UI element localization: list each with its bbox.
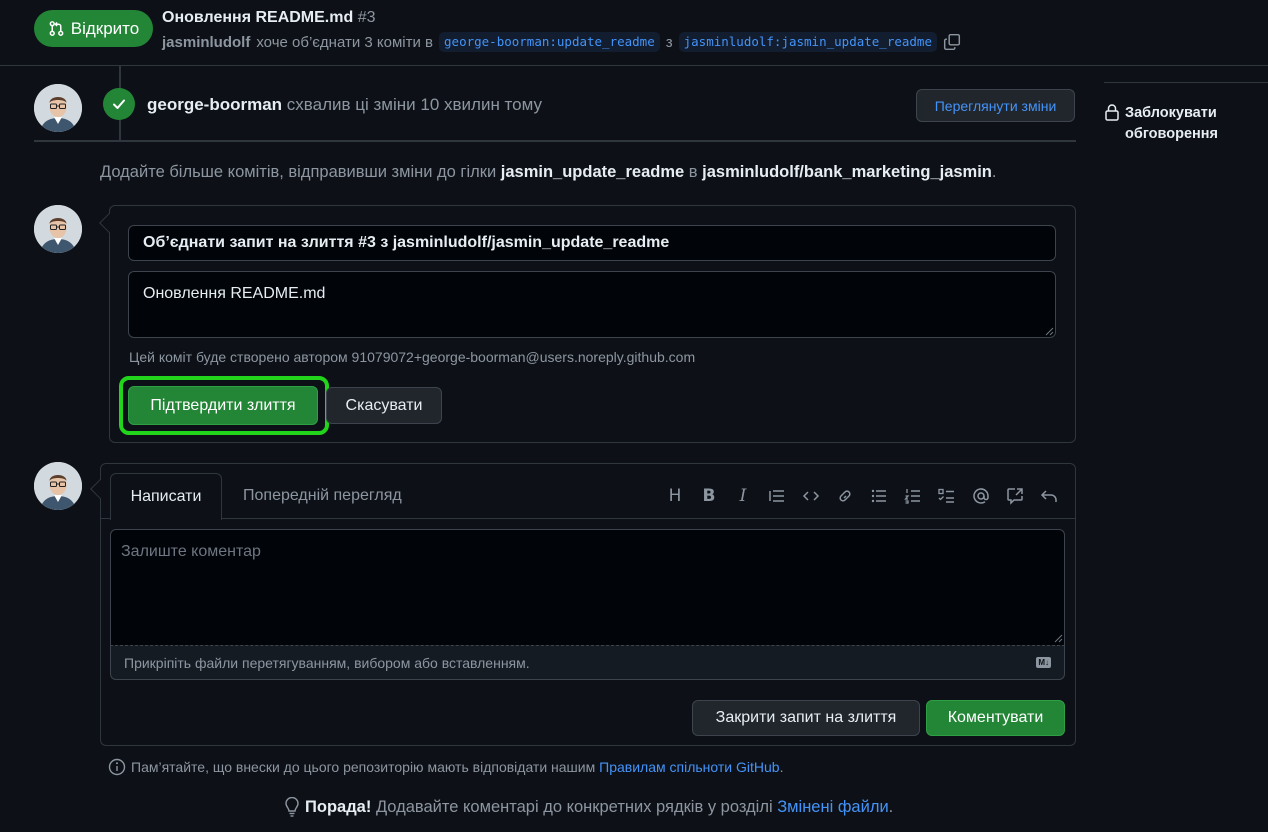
markdown-icon[interactable]: M↓ [1036, 657, 1051, 668]
italic-icon[interactable]: I [726, 482, 760, 510]
base-branch[interactable]: george-boorman:update_readme [439, 32, 660, 52]
user-avatar-icon [34, 84, 82, 132]
mention-icon[interactable] [964, 482, 998, 510]
reply-icon[interactable] [1032, 482, 1066, 510]
attach-hint: Прикріпіть файли перетягуванням, вибором… [124, 654, 530, 671]
avatar[interactable] [34, 84, 82, 132]
add-commits-in: в [688, 163, 698, 181]
copy-icon[interactable] [943, 33, 961, 51]
add-commits-hint: Додайте більше комітів, відправивши змін… [100, 163, 996, 182]
resize-handle-icon[interactable] [1053, 633, 1063, 643]
merge-text: хоче об’єднати 3 коміти в [256, 33, 434, 51]
confirm-merge-button[interactable]: Підтвердити злиття [128, 386, 318, 425]
protip-suffix: . [888, 797, 894, 816]
commit-title-input[interactable]: Об’єднати запит на злиття #3 з jasminlud… [128, 225, 1056, 261]
commit-author-note: Цей коміт буде створено автором 91079072… [129, 349, 696, 365]
pr-state-label: Відкрито [70, 18, 140, 38]
approved-check-badge [103, 88, 135, 120]
markdown-toolbar: H B I [658, 482, 1066, 510]
info-icon [108, 758, 126, 776]
merge-box-pointer [99, 213, 119, 233]
pr-title: Оновлення README.md #3 [162, 9, 376, 27]
lock-label-line1: Заблокувати [1125, 105, 1217, 121]
bold-icon[interactable]: B [692, 482, 726, 510]
attach-files-bar[interactable]: Прикріпіть файли перетягуванням, вибором… [110, 645, 1065, 680]
sidebar-divider [1104, 82, 1268, 83]
community-guidelines-link[interactable]: Правилам спільноти GitHub [599, 759, 779, 775]
files-changed-link[interactable]: Змінені файли [777, 798, 888, 816]
guidelines-prefix: Пам’ятайте, що внески до цього репозитор… [131, 759, 596, 775]
add-commits-branch: jasmin_update_readme [500, 163, 685, 181]
pr-number: #3 [357, 9, 376, 26]
community-guidelines-note: Пам’ятайте, що внески до цього репозитор… [108, 758, 783, 776]
tab-write[interactable]: Написати [110, 473, 222, 520]
add-commits-repo: jasminludolf/bank_marketing_jasmin [702, 163, 992, 181]
comment-textarea[interactable]: Залиште коментар [110, 529, 1065, 645]
add-commits-suffix: . [991, 163, 997, 181]
view-changes-button[interactable]: Переглянути зміни [916, 89, 1075, 122]
link-icon[interactable] [828, 482, 862, 510]
lock-label-line2: обговорення [1125, 126, 1218, 142]
avatar[interactable] [34, 205, 82, 253]
cross-reference-icon[interactable] [998, 482, 1032, 510]
head-branch[interactable]: jasminludolf:jasmin_update_readme [678, 32, 937, 52]
lock-icon [1105, 104, 1119, 121]
comment-button[interactable]: Коментувати [926, 700, 1065, 736]
header-divider [0, 65, 1268, 66]
pr-subtitle: jasminludolf хоче об’єднати 3 коміти в g… [162, 32, 961, 52]
pr-state-badge: Відкрито [34, 10, 153, 47]
user-avatar-icon [34, 462, 82, 510]
pr-title-text: Оновлення README.md [162, 9, 354, 26]
cancel-merge-button[interactable]: Скасувати [326, 387, 442, 424]
heading-icon[interactable]: H [658, 482, 692, 510]
ordered-list-icon[interactable] [896, 482, 930, 510]
timeline-divider [34, 140, 1076, 142]
close-pull-request-button[interactable]: Закрити запит на злиття [692, 700, 920, 736]
quote-icon[interactable] [760, 482, 794, 510]
from-word: з [665, 33, 673, 51]
protip: Порада! Додавайте коментарі до конкретни… [284, 797, 893, 817]
git-pull-request-icon [49, 21, 64, 36]
check-icon [113, 99, 125, 109]
protip-text: Додавайте коментарі до конкретних рядків… [375, 797, 773, 816]
guidelines-suffix: . [779, 759, 784, 775]
avatar[interactable] [34, 462, 82, 510]
approval-event: george-boorman схвалив ці зміни 10 хвили… [147, 95, 542, 115]
resize-handle-icon[interactable] [1044, 326, 1054, 336]
commit-body-textarea[interactable]: Оновлення README.md [128, 271, 1056, 338]
add-commits-prefix: Додайте більше комітів, відправивши змін… [100, 163, 497, 181]
lock-conversation-button[interactable]: Заблокувати обговорення [1104, 103, 1218, 145]
protip-bold: Порада! [305, 797, 372, 816]
reviewer-link[interactable]: george-boorman [147, 95, 282, 114]
pr-author-link[interactable]: jasminludolf [162, 34, 250, 51]
code-icon[interactable] [794, 482, 828, 510]
tab-preview[interactable]: Попередній перегляд [243, 487, 402, 505]
lightbulb-icon [285, 797, 299, 817]
user-avatar-icon [34, 205, 82, 253]
unordered-list-icon[interactable] [862, 482, 896, 510]
approval-text: схвалив ці зміни 10 хвилин тому [286, 95, 542, 114]
task-list-icon[interactable] [930, 482, 964, 510]
